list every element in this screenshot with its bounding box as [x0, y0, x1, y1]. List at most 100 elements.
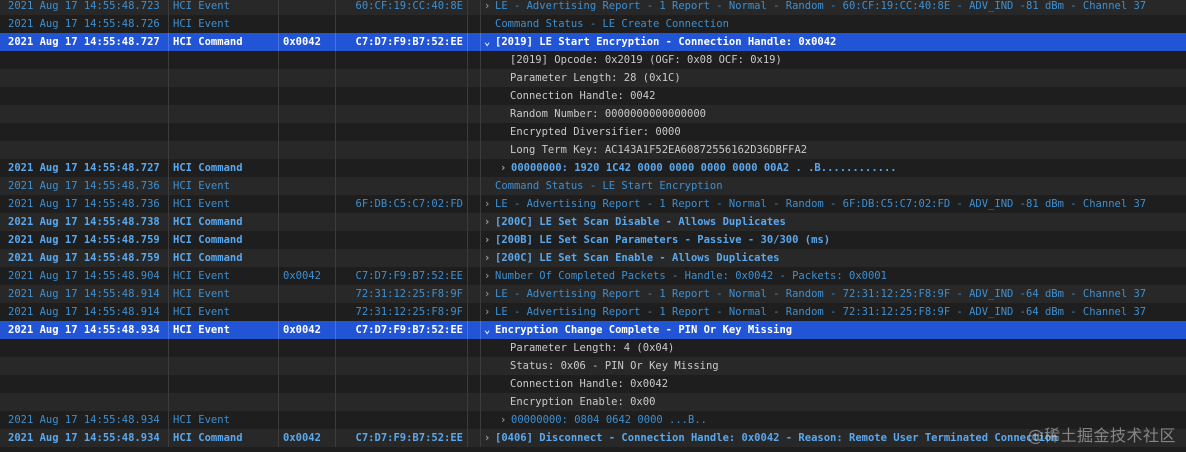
timestamp-cell [0, 357, 169, 375]
summary-cell: Connection Handle: 0042 [481, 87, 1186, 105]
packet-type-cell [169, 105, 279, 123]
chevron-right-icon[interactable]: › [500, 159, 511, 177]
summary-cell: › LE - Advertising Report - 1 Report - No… [481, 195, 1186, 213]
detail-row[interactable]: Long Term Key: AC143A1F52EA60872556162D3… [0, 141, 1186, 159]
spacer-cell [468, 159, 481, 177]
chevron-right-icon[interactable]: › [484, 0, 495, 15]
chevron-right-icon[interactable]: › [484, 429, 495, 447]
packet-row[interactable]: 2021 Aug 17 14:55:48.759 HCI Command › [200… [0, 249, 1186, 267]
summary-text: Encryption Change Complete - PIN Or Key … [495, 324, 793, 336]
spacer-cell [468, 231, 481, 249]
detail-row[interactable]: Connection Handle: 0042 [0, 87, 1186, 105]
packet-row[interactable]: 2021 Aug 17 14:55:48.726 HCI Event Command… [0, 15, 1186, 33]
address-cell [336, 159, 468, 177]
detail-row[interactable]: Status: 0x06 - PIN Or Key Missing [0, 357, 1186, 375]
timestamp-cell: 2021 Aug 17 14:55:48.914 [0, 303, 169, 321]
detail-row[interactable]: Connection Handle: 0x0042 [0, 375, 1186, 393]
packet-row[interactable]: 2021 Aug 17 14:55:48.934 HCI Command 0x004… [0, 429, 1186, 447]
packet-type-cell [169, 141, 279, 159]
timestamp-cell: 2021 Aug 17 14:55:48.736 [0, 195, 169, 213]
address-cell [336, 411, 468, 429]
timestamp-cell: 2021 Aug 17 14:55:48.914 [0, 285, 169, 303]
detail-row[interactable]: [2019] Opcode: 0x2019 (OGF: 0x08 OCF: 0x… [0, 51, 1186, 69]
spacer-cell [468, 177, 481, 195]
spacer-cell [468, 141, 481, 159]
packet-row[interactable]: 2021 Aug 17 14:55:48.736 HCI Event Command… [0, 177, 1186, 195]
timestamp-cell: 2021 Aug 17 14:55:48.727 [0, 33, 169, 51]
packet-row[interactable]: 2021 Aug 17 14:55:48.934 HCI Event 0x0042 C… [0, 321, 1186, 339]
handle-cell [279, 0, 336, 15]
address-cell: 72:31:12:25:F8:9F [336, 285, 468, 303]
chevron-right-icon[interactable]: › [484, 213, 495, 231]
packet-row[interactable]: 2021 Aug 17 14:55:48.738 HCI Command › [200… [0, 213, 1186, 231]
chevron-down-icon[interactable]: ⌄ [484, 321, 495, 339]
summary-cell: Connection Handle: 0x0042 [481, 375, 1186, 393]
summary-cell: Random Number: 0000000000000000 [481, 105, 1186, 123]
summary-text: Connection Handle: 0042 [510, 90, 656, 102]
detail-row[interactable]: Parameter Length: 4 (0x04) [0, 339, 1186, 357]
address-cell [336, 213, 468, 231]
spacer-cell [468, 15, 481, 33]
packet-log-table[interactable]: 2021 Aug 17 14:55:48.723 HCI Event 60:CF:1… [0, 0, 1186, 447]
timestamp-cell: 2021 Aug 17 14:55:48.934 [0, 321, 169, 339]
detail-row[interactable]: Encryption Enable: 0x00 [0, 393, 1186, 411]
address-cell [336, 231, 468, 249]
summary-text: Connection Handle: 0x0042 [510, 378, 669, 390]
packet-row[interactable]: 2021 Aug 17 14:55:48.934 HCI Event › 000000… [0, 411, 1186, 429]
timestamp-cell [0, 393, 169, 411]
packet-row[interactable]: 2021 Aug 17 14:55:48.904 HCI Event 0x0042 C… [0, 267, 1186, 285]
handle-cell [279, 123, 336, 141]
timestamp-cell [0, 69, 169, 87]
chevron-right-icon[interactable]: › [484, 195, 495, 213]
handle-cell [279, 159, 336, 177]
packet-row[interactable]: 2021 Aug 17 14:55:48.914 HCI Event 72:31:1… [0, 285, 1186, 303]
chevron-right-icon[interactable]: › [484, 267, 495, 285]
timestamp-cell [0, 123, 169, 141]
address-cell [336, 87, 468, 105]
summary-text: [200C] LE Set Scan Disable - Allows Dupl… [495, 216, 786, 228]
summary-text: Parameter Length: 4 (0x04) [510, 342, 675, 354]
timestamp-cell [0, 105, 169, 123]
timestamp-cell: 2021 Aug 17 14:55:48.904 [0, 267, 169, 285]
chevron-right-icon[interactable]: › [484, 249, 495, 267]
timestamp-cell: 2021 Aug 17 14:55:48.736 [0, 177, 169, 195]
chevron-down-icon[interactable]: ⌄ [484, 33, 495, 51]
address-cell [336, 249, 468, 267]
timestamp-cell [0, 51, 169, 69]
timestamp-cell: 2021 Aug 17 14:55:48.727 [0, 159, 169, 177]
address-cell: 60:CF:19:CC:40:8E [336, 0, 468, 15]
handle-cell: 0x0042 [279, 321, 336, 339]
summary-cell: [2019] Opcode: 0x2019 (OGF: 0x08 OCF: 0x… [481, 51, 1186, 69]
detail-row[interactable]: Parameter Length: 28 (0x1C) [0, 69, 1186, 87]
detail-row[interactable]: Random Number: 0000000000000000 [0, 105, 1186, 123]
chevron-right-icon[interactable]: › [484, 231, 495, 249]
packet-type-cell: HCI Event [169, 321, 279, 339]
chevron-right-icon[interactable]: › [484, 303, 495, 321]
detail-row[interactable]: Encrypted Diversifier: 0000 [0, 123, 1186, 141]
spacer-cell [468, 69, 481, 87]
timestamp-cell: 2021 Aug 17 14:55:48.934 [0, 429, 169, 447]
chevron-right-icon[interactable]: › [484, 285, 495, 303]
summary-cell: Long Term Key: AC143A1F52EA60872556162D3… [481, 141, 1186, 159]
packet-row[interactable]: 2021 Aug 17 14:55:48.759 HCI Command › [200… [0, 231, 1186, 249]
summary-text: LE - Advertising Report - 1 Report - Nor… [495, 198, 1147, 210]
packet-row[interactable]: 2021 Aug 17 14:55:48.727 HCI Command 0x004… [0, 33, 1186, 51]
timestamp-cell: 2021 Aug 17 14:55:48.759 [0, 231, 169, 249]
spacer-cell [468, 393, 481, 411]
packet-row[interactable]: 2021 Aug 17 14:55:48.736 HCI Event 6F:DB:C… [0, 195, 1186, 213]
summary-cell: Encryption Enable: 0x00 [481, 393, 1186, 411]
summary-cell: Parameter Length: 28 (0x1C) [481, 69, 1186, 87]
summary-text: LE - Advertising Report - 1 Report - Nor… [495, 0, 1147, 12]
packet-row[interactable]: 2021 Aug 17 14:55:48.727 HCI Command › 0000… [0, 159, 1186, 177]
summary-text: Status: 0x06 - PIN Or Key Missing [510, 360, 719, 372]
spacer-cell [468, 411, 481, 429]
packet-row[interactable]: 2021 Aug 17 14:55:48.723 HCI Event 60:CF:1… [0, 0, 1186, 15]
summary-text: [2019] Opcode: 0x2019 (OGF: 0x08 OCF: 0x… [510, 54, 782, 66]
chevron-right-icon[interactable]: › [500, 411, 511, 429]
packet-row[interactable]: 2021 Aug 17 14:55:48.914 HCI Event 72:31:1… [0, 303, 1186, 321]
address-cell [336, 123, 468, 141]
timestamp-cell [0, 375, 169, 393]
packet-type-cell [169, 123, 279, 141]
packet-type-cell [169, 357, 279, 375]
packet-type-cell: HCI Command [169, 249, 279, 267]
